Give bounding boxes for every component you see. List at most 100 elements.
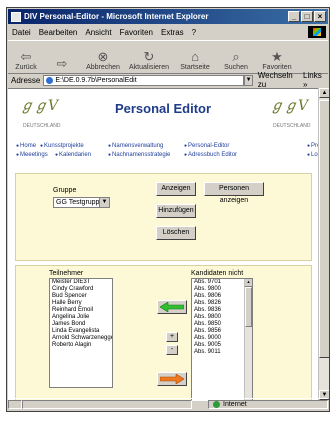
search-button[interactable]: ⌕ Suchen (218, 41, 254, 72)
list-item[interactable]: Abs. 9850 (192, 321, 252, 328)
nav-link[interactable]: Logout (307, 152, 318, 158)
menu-item-help[interactable]: ? (188, 28, 200, 37)
back-button[interactable]: ⇦ Zurück (8, 41, 44, 72)
nav-link[interactable]: Kunsstprojekte (40, 143, 84, 149)
scroll-thumb[interactable] (319, 100, 329, 358)
green-left-arrow-icon (160, 302, 184, 312)
favorites-button[interactable]: ★ Favoriten (254, 41, 300, 72)
stop-button[interactable]: ⊗ Abbrechen (80, 41, 126, 72)
group-panel: Gruppe GG Testgruppe ▼ Anzeigen Personen… (15, 173, 312, 261)
status-text (22, 400, 192, 409)
list-item[interactable]: Arnold Schwarzenegger (50, 335, 112, 342)
menu-item-edit[interactable]: Bearbeiten (35, 28, 82, 37)
close-button[interactable]: × (314, 11, 326, 22)
home-icon: ⌂ (191, 49, 199, 64)
status-page-icon (8, 400, 22, 409)
list-item[interactable]: Abs. 9000 (192, 335, 252, 342)
site-nav: Home Kunsstprojekte Namensverwaltung Person… (16, 143, 318, 161)
page-header: ℊℊV DEUTSCHLAND Personal Editor ℊℊV DEUT… (8, 89, 318, 136)
move-left-button[interactable] (157, 300, 187, 314)
list-scrollbar[interactable]: ▲ (244, 279, 252, 401)
list-item[interactable]: Reinhard Emoil (50, 307, 112, 314)
forward-arrow-icon: ⇨ (56, 56, 68, 71)
maximize-button[interactable]: □ (301, 11, 313, 22)
windows-logo-icon (308, 26, 326, 38)
delete-button[interactable]: Löschen (156, 226, 196, 240)
left-list-label: Teilnehmer (49, 270, 84, 277)
window-title: DIV Personal-Editor - Microsoft Internet… (24, 12, 209, 21)
add-button[interactable]: Hinzufügen (156, 204, 196, 218)
menu-item-favorites[interactable]: Favoriten (116, 28, 157, 37)
go-button[interactable]: Wechseln zu (256, 71, 301, 89)
address-dropdown-button[interactable]: ▼ (244, 74, 253, 86)
list-item[interactable]: Angelina Jolie (50, 314, 112, 321)
list-item[interactable]: Abs. 9826 (192, 300, 252, 307)
browser-window: DIV Personal-Editor - Microsoft Internet… (6, 7, 330, 412)
group-select[interactable]: GG Testgruppe ▼ (53, 197, 110, 208)
address-field[interactable]: E:\DE.0.9.7b\PersonalEdit (43, 74, 245, 86)
list-item[interactable]: Meister DIE3T (50, 279, 112, 286)
list-item[interactable]: Abs. 9806 (192, 293, 252, 300)
list-item[interactable]: Abs. 9011 (192, 349, 252, 356)
list-item[interactable]: Roberto Alagin (50, 342, 112, 349)
scroll-up-button[interactable]: ▲ (319, 88, 329, 98)
list-item[interactable]: James Bond (50, 321, 112, 328)
menu-item-file[interactable]: Datei (8, 28, 35, 37)
page-content: ℊℊV DEUTSCHLAND Personal Editor ℊℊV DEUT… (8, 88, 318, 401)
nav-link[interactable]: Namensverwaltung (108, 143, 163, 149)
nav-link[interactable]: Profil (307, 143, 318, 149)
home-button[interactable]: ⌂ Startseite (172, 41, 218, 72)
nav-link[interactable]: Personal-Editor (184, 143, 229, 149)
nav-link[interactable]: Adressbuch Editor (184, 152, 237, 158)
address-bar: Adresse E:\DE.0.9.7b\PersonalEdit ▼ Wech… (8, 71, 328, 89)
candidates-list[interactable]: Abs. 9701 Abs. 9800 Abs. 9806 Abs. 9826 Abs.… (191, 278, 253, 401)
favorites-icon: ★ (271, 49, 283, 64)
menu-item-view[interactable]: Ansicht (81, 28, 115, 37)
list-item[interactable]: Abs. 9701 (192, 279, 252, 286)
list-item[interactable]: Abs. 9800 (192, 286, 252, 293)
list-item[interactable]: Linda Evangelista (50, 328, 112, 335)
show-persons-button[interactable]: Personen anzeigen (204, 182, 264, 204)
page-icon (46, 76, 54, 84)
window-controls: _ □ × (288, 11, 326, 22)
list-item[interactable]: Abs. 9005 (192, 342, 252, 349)
menu-item-tools[interactable]: Extras (157, 28, 188, 37)
search-icon: ⌕ (232, 49, 240, 64)
ie-app-icon (11, 11, 21, 22)
nav-link[interactable]: Kalendarien (55, 152, 91, 158)
right-list-label: Kandidaten nicht (191, 270, 244, 277)
minus-button[interactable]: - (166, 345, 178, 355)
title-bar[interactable]: DIV Personal-Editor - Microsoft Internet… (8, 9, 328, 24)
globe-icon (213, 401, 220, 408)
address-value: E:\DE.0.9.7b\PersonalEdit (55, 76, 137, 84)
list-item[interactable]: Abs. 9800 (192, 314, 252, 321)
list-item[interactable]: Abs. 9836 (192, 307, 252, 314)
nav-link[interactable]: Nachnamensstrategie (108, 152, 170, 158)
plus-button[interactable]: + (166, 332, 178, 342)
toolbar: ⇦ Zurück ⇨ ⊗ Abbrechen ↻ Aktualisieren ⌂… (8, 40, 328, 74)
members-panel: Teilnehmer Meister DIE3T Cindy Crawford Bu… (15, 265, 312, 401)
forward-button[interactable]: ⇨ (44, 41, 80, 71)
refresh-button[interactable]: ↻ Aktualisieren (126, 41, 172, 72)
links-button[interactable]: Links » (301, 71, 328, 89)
page-scrollbar[interactable]: ▲ ▼ (318, 88, 329, 400)
minimize-button[interactable]: _ (288, 11, 300, 22)
nav-link[interactable]: Meeetings (16, 152, 48, 158)
move-right-button[interactable] (157, 372, 187, 386)
menu-bar: Datei Bearbeiten Ansicht Favoriten Extra… (8, 25, 328, 39)
list-item[interactable]: Bud Spencer (50, 293, 112, 300)
nav-link[interactable]: Home (16, 143, 36, 149)
status-bar: Internet (8, 398, 328, 410)
group-label: Gruppe (53, 187, 77, 194)
list-item[interactable]: Halle Berry (50, 300, 112, 307)
list-item[interactable]: Cindy Crawford (50, 286, 112, 293)
list-item[interactable]: Abs. 9856 (192, 328, 252, 335)
members-list[interactable]: Meister DIE3T Cindy Crawford Bud Spencer Ha… (49, 278, 113, 388)
orange-right-arrow-icon (160, 374, 184, 384)
back-arrow-icon: ⇦ (20, 49, 32, 64)
chevron-down-icon: ▼ (99, 198, 109, 207)
show-button[interactable]: Anzeigen (156, 182, 196, 196)
address-label: Adresse (11, 75, 41, 85)
refresh-icon: ↻ (143, 49, 155, 64)
security-zone: Internet (208, 400, 328, 409)
